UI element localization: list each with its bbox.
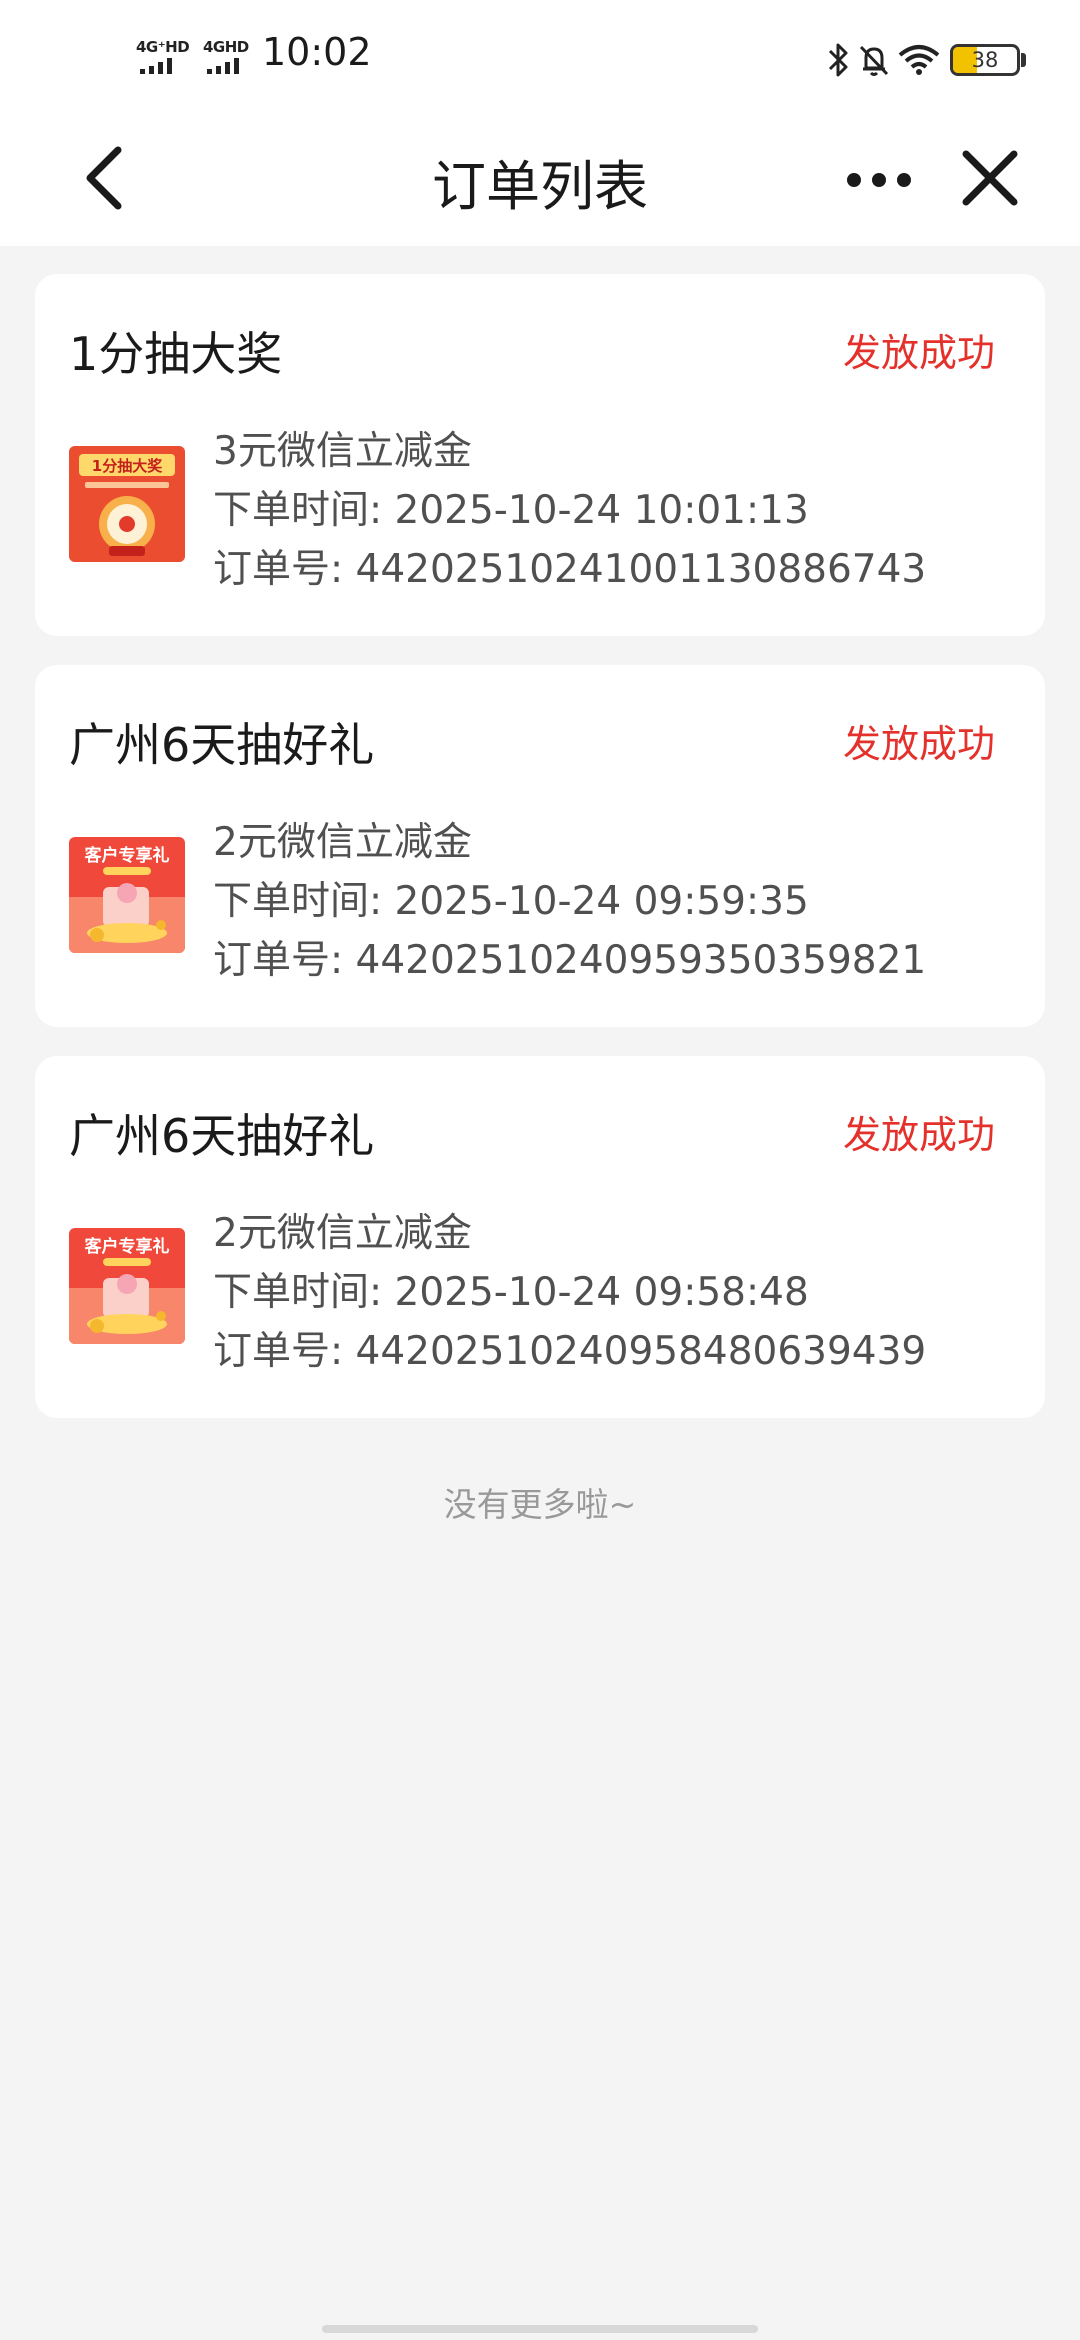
status-time: 10:02 xyxy=(262,30,372,74)
bluetooth-icon xyxy=(828,43,848,77)
product-name: 2元微信立减金 xyxy=(213,1211,472,1256)
lottery-thumbnail-image: 1分抽大奖 xyxy=(69,446,185,562)
wifi-icon xyxy=(898,45,940,75)
order-card[interactable]: 1分抽大奖 发放成功 1分抽大奖 3元微信立减金 下单时间: 2025-10-2… xyxy=(35,274,1045,636)
order-status: 发放成功 xyxy=(842,722,995,766)
order-number: 44202510240958480639439 xyxy=(355,1329,927,1374)
order-thumbnail: 1分抽大奖 xyxy=(69,446,185,562)
product-name: 3元微信立减金 xyxy=(213,429,472,474)
order-number-row: 订单号: 44202510240958480639439 xyxy=(213,1322,1013,1381)
order-time-label: 下单时间: xyxy=(213,488,395,533)
network-label-1: 4G⁺HD xyxy=(136,38,190,56)
order-status: 发放成功 xyxy=(842,331,995,375)
order-number: 44202510240959350359821 xyxy=(355,938,927,983)
order-card[interactable]: 广州6天抽好礼 发放成功 客户专享礼 2元微信立减金 下单时间: 2025-10… xyxy=(35,1056,1045,1418)
gift-thumbnail-image: 客户专享礼 xyxy=(69,1228,185,1344)
order-time: 2025-10-24 09:59:35 xyxy=(394,879,809,924)
order-details: 2元微信立减金 下单时间: 2025-10-24 09:59:35 订单号: 4… xyxy=(213,813,1013,990)
order-time: 2025-10-24 10:01:13 xyxy=(394,488,809,533)
order-number-label: 订单号: xyxy=(213,547,356,592)
close-icon[interactable] xyxy=(950,138,1030,218)
more-dots-icon[interactable] xyxy=(834,150,944,210)
order-card[interactable]: 广州6天抽好礼 发放成功 客户专享礼 2元微信立减金 下单时间: 2025-10… xyxy=(35,665,1045,1027)
order-time-row: 下单时间: 2025-10-24 09:58:48 xyxy=(213,1263,1013,1322)
order-number-label: 订单号: xyxy=(213,1329,356,1374)
order-time-row: 下单时间: 2025-10-24 09:59:35 xyxy=(213,872,1013,931)
order-thumbnail: 客户专享礼 xyxy=(69,1228,185,1344)
order-time-label: 下单时间: xyxy=(213,879,395,924)
no-more-text: 没有更多啦~ xyxy=(443,1485,637,1524)
gift-thumbnail-image: 客户专享礼 xyxy=(69,837,185,953)
order-number-label: 订单号: xyxy=(213,938,356,983)
thumb-text: 客户专享礼 xyxy=(84,1236,170,1257)
thumb-text: 客户专享礼 xyxy=(84,845,170,866)
status-bar: 4G⁺HD 4GHD 10:02 38 xyxy=(0,0,1080,120)
order-number-row: 订单号: 44202510241001130886743 xyxy=(213,540,1013,599)
signal-bars-icon xyxy=(140,58,172,74)
bell-off-icon xyxy=(859,45,889,76)
network-indicator-1: 4G⁺HD xyxy=(136,38,196,78)
signal-bars-icon xyxy=(207,58,239,74)
thumb-text: 1分抽大奖 xyxy=(92,457,163,475)
order-title: 广州6天抽好礼 xyxy=(69,718,375,772)
order-status: 发放成功 xyxy=(842,1113,995,1157)
network-label-2: 4GHD xyxy=(203,38,249,56)
order-details: 2元微信立减金 下单时间: 2025-10-24 09:58:48 订单号: 4… xyxy=(213,1204,1013,1381)
battery-percent: 38 xyxy=(971,48,999,72)
order-time: 2025-10-24 09:58:48 xyxy=(394,1270,809,1315)
order-thumbnail: 客户专享礼 xyxy=(69,837,185,953)
battery-tip xyxy=(1021,53,1026,67)
network-indicator-2: 4GHD xyxy=(203,38,255,78)
navigation-bar: 订单列表 xyxy=(0,120,1080,246)
order-number-row: 订单号: 44202510240959350359821 xyxy=(213,931,1013,990)
battery-icon: 38 xyxy=(950,44,1020,76)
product-name: 2元微信立减金 xyxy=(213,820,472,865)
order-details: 3元微信立减金 下单时间: 2025-10-24 10:01:13 订单号: 4… xyxy=(213,422,1013,599)
order-number: 44202510241001130886743 xyxy=(355,547,927,592)
order-time-label: 下单时间: xyxy=(213,1270,395,1315)
order-list: 1分抽大奖 发放成功 1分抽大奖 3元微信立减金 下单时间: 2025-10-2… xyxy=(35,274,1045,1447)
order-title: 1分抽大奖 xyxy=(69,327,283,381)
order-time-row: 下单时间: 2025-10-24 10:01:13 xyxy=(213,481,1013,540)
home-indicator[interactable] xyxy=(322,2325,758,2333)
order-title: 广州6天抽好礼 xyxy=(69,1109,375,1163)
